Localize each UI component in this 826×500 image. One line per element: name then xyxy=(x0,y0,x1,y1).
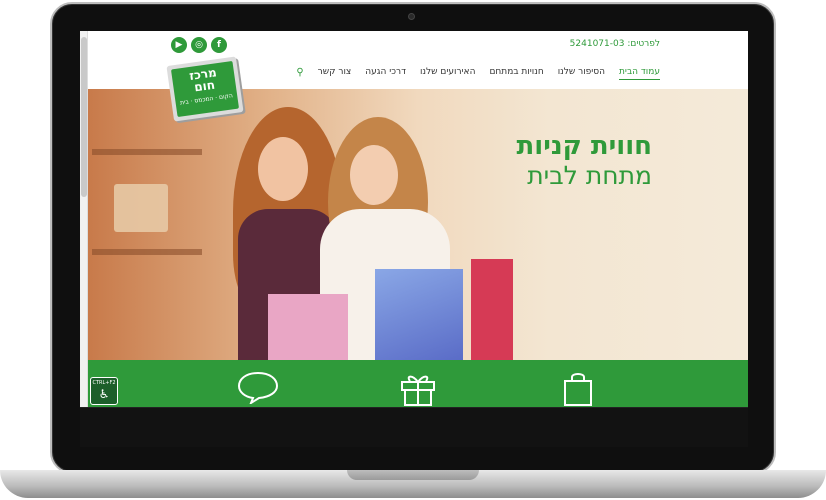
shopping-bag-icon[interactable] xyxy=(556,370,600,407)
accessibility-label: CTRL+F2 xyxy=(92,380,116,386)
laptop-frame: ▶ ◎ f לפרטים: 5241071-03 עמוד הבית הסיפו… xyxy=(0,0,826,500)
chat-bubble-icon[interactable] xyxy=(236,370,280,407)
hero-headline: חווית קניות מתחת לבית xyxy=(517,131,652,191)
scrollbar[interactable] xyxy=(80,31,88,407)
main-nav: עמוד הבית הסיפור שלנו חנויות במתחם האירו… xyxy=(296,67,660,80)
gift-icon[interactable] xyxy=(396,370,440,407)
shopping-bag-pink xyxy=(268,294,348,360)
logo-face: מרכז חום הקום · המכמס · בית xyxy=(170,60,240,118)
shelf-decoration xyxy=(92,249,202,255)
facebook-icon[interactable]: f xyxy=(211,37,227,53)
nav-item-directions[interactable]: דרכי הגעה xyxy=(365,67,406,80)
shopping-bag-blue xyxy=(375,269,463,360)
social-links: ▶ ◎ f xyxy=(171,37,227,53)
hero-subtitle: מתחת לבית xyxy=(527,161,652,190)
nav-item-our-story[interactable]: הסיפור שלנו xyxy=(558,67,605,80)
camera-icon xyxy=(408,13,415,20)
phone-number: לפרטים: 5241071-03 xyxy=(569,39,660,49)
hero-banner xyxy=(88,89,748,360)
feature-band xyxy=(88,360,748,407)
hero-title: חווית קניות xyxy=(516,131,652,161)
youtube-icon[interactable]: ▶ xyxy=(171,37,187,53)
nav-item-events[interactable]: האירועים שלנו xyxy=(420,67,475,80)
shopping-bag-red xyxy=(471,259,513,360)
instagram-icon[interactable]: ◎ xyxy=(191,37,207,53)
nav-item-stores[interactable]: חנויות במתחם xyxy=(489,67,543,80)
background-bag xyxy=(114,184,168,232)
accessibility-button[interactable]: CTRL+F2 ♿ xyxy=(90,377,118,405)
laptop-base-notch xyxy=(347,470,479,480)
laptop-bezel xyxy=(80,407,748,447)
hero-photo-figure xyxy=(258,137,308,201)
scrollbar-thumb[interactable] xyxy=(81,37,87,197)
accessibility-icon: ♿ xyxy=(98,387,110,401)
hero-photo-figure xyxy=(350,145,398,205)
nav-item-contact[interactable]: צור קשר xyxy=(318,67,352,80)
shelf-decoration xyxy=(92,149,202,155)
site-logo[interactable]: מרכז חום הקום · המכמס · בית xyxy=(166,56,244,122)
search-icon[interactable]: ⚲ xyxy=(296,67,303,80)
website-screen: ▶ ◎ f לפרטים: 5241071-03 עמוד הבית הסיפו… xyxy=(80,31,748,407)
nav-item-home[interactable]: עמוד הבית xyxy=(619,67,660,80)
